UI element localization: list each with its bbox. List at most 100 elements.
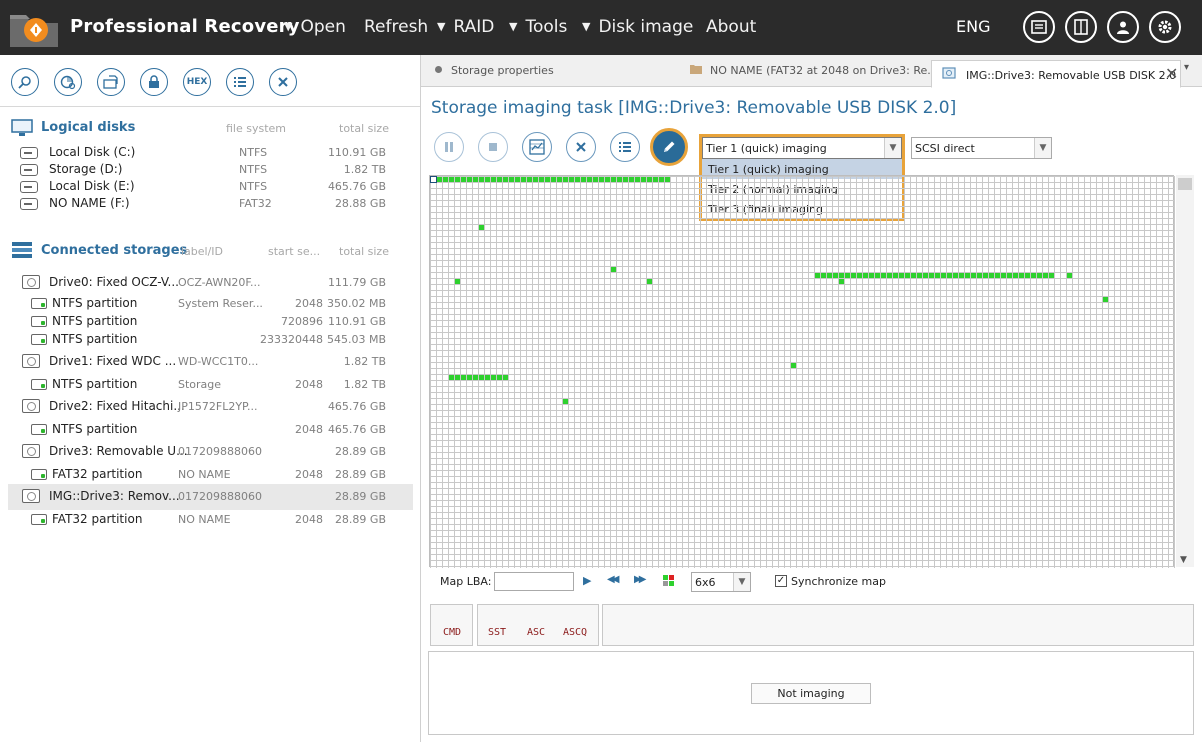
map-block-ok — [569, 177, 574, 182]
sync-checkbox[interactable]: ✓ — [775, 575, 787, 587]
logical-disk-item[interactable]: Local Disk (E:) NTFS 465.76 GB — [8, 178, 413, 196]
map-block-ok — [599, 177, 604, 182]
scroll-down-icon[interactable]: ▼ — [1180, 555, 1187, 565]
edit-settings-button[interactable] — [650, 128, 688, 166]
menu-about-label: About — [706, 17, 757, 37]
partition-icon — [31, 379, 47, 390]
list-view-button[interactable] — [226, 68, 254, 96]
title-bar: Professional Recovery ▼ Open Refresh ▼ RAI… — [0, 0, 1202, 55]
map-block-ok — [833, 273, 838, 278]
map-block-ok — [869, 273, 874, 278]
map-block-ok — [887, 273, 892, 278]
menu-raid[interactable]: ▼ RAID — [437, 17, 494, 37]
disk-size: 465.76 GB — [327, 180, 386, 193]
stop-icon — [489, 143, 497, 151]
lock-button[interactable] — [140, 68, 168, 96]
map-block-ok — [851, 273, 856, 278]
storage-partition-item[interactable]: FAT32 partition NO NAME 2048 28.89 GB — [8, 466, 413, 484]
scan-button[interactable] — [54, 68, 82, 96]
menu-about[interactable]: About — [706, 17, 756, 37]
storage-partition-item[interactable]: NTFS partition 2048 465.76 GB — [8, 421, 413, 439]
menu-tools[interactable]: ▼ Tools — [509, 17, 567, 37]
hex-editor-button[interactable]: HEX — [183, 68, 211, 96]
rewind-icon[interactable]: ◀◀ — [607, 574, 620, 585]
storage-drive-item[interactable]: IMG::Drive3: Remov... 017209888060 28.89 G… — [8, 484, 413, 510]
map-view-icon — [529, 139, 545, 155]
tab-storage-properties[interactable]: Storage properties — [429, 61, 679, 87]
map-block-ok — [1001, 273, 1006, 278]
storage-start-sector: 233320448 — [260, 333, 323, 346]
map-block-ok — [977, 273, 982, 278]
logical-disk-item[interactable]: Storage (D:) NTFS 1.82 TB — [8, 161, 413, 179]
cancel-task-button[interactable] — [566, 132, 596, 162]
block-size-select[interactable]: 6x6 ▼ — [691, 572, 751, 592]
access-mode-select[interactable]: SCSI direct ▼ — [911, 137, 1052, 159]
tab-imaging-task[interactable]: IMG::Drive3: Removable USB DISK 2.0 ✕ — [931, 60, 1181, 88]
tab-menu-icon[interactable]: ▾ — [1184, 62, 1189, 73]
tab-close-icon[interactable]: ✕ — [1165, 64, 1178, 83]
map-block-ok — [821, 273, 826, 278]
map-block-ok — [497, 177, 502, 182]
find-button[interactable] — [11, 68, 39, 96]
sst-label: SST — [488, 627, 507, 638]
map-block-ok — [1019, 273, 1024, 278]
chevron-down-icon[interactable]: ▼ — [884, 138, 901, 158]
storage-drive-item[interactable]: Drive2: Fixed Hitachi... JP1572FL2YP... 46… — [8, 398, 413, 416]
map-block-ok — [611, 177, 616, 182]
tab-bar: Storage properties NO NAME (FAT32 at 204… — [421, 55, 1202, 88]
storage-name: NTFS partition — [52, 314, 138, 328]
map-block-ok — [1103, 297, 1108, 302]
storage-label: 017209888060 — [178, 490, 262, 503]
storage-drive-item[interactable]: Drive3: Removable U... 017209888060 28.89 … — [8, 443, 413, 461]
user-icon — [1117, 21, 1129, 34]
map-lba-input[interactable] — [494, 572, 574, 591]
list-button[interactable] — [610, 132, 640, 162]
go-icon[interactable]: ▶ — [583, 574, 591, 587]
open-file-button[interactable] — [97, 68, 125, 96]
logical-disks-title: Logical disks — [41, 120, 136, 135]
storage-partition-item[interactable]: NTFS partition 720896 110.91 GB — [8, 313, 413, 331]
menu-open[interactable]: ▼ Open — [284, 17, 346, 37]
app-window: Professional Recovery ▼ Open Refresh ▼ RAI… — [0, 0, 1202, 742]
fast-forward-icon[interactable]: ▶▶ — [634, 574, 647, 585]
scrollbar-thumb[interactable] — [1178, 178, 1192, 190]
gear-icon — [1158, 20, 1172, 34]
tier-select[interactable]: Tier 1 (quick) imaging ▼ — [702, 137, 902, 159]
menu-refresh[interactable]: Refresh — [364, 17, 428, 37]
storage-partition-item[interactable]: NTFS partition Storage 2048 1.82 TB — [8, 376, 413, 394]
storage-label: OCZ-AWN20F... — [178, 276, 261, 289]
storage-partition-item[interactable]: NTFS partition System Reser... 2048 350.02 … — [8, 295, 413, 313]
map-view-button[interactable] — [522, 132, 552, 162]
sector-map[interactable] — [429, 175, 1175, 568]
map-block-ok — [461, 375, 466, 380]
storage-drive-item[interactable]: Drive0: Fixed OCZ-V... OCZ-AWN20F... 111.7… — [8, 274, 413, 292]
map-scrollbar[interactable]: ▼ — [1176, 175, 1194, 567]
logical-disk-item[interactable]: Local Disk (C:) NTFS 110.91 GB — [8, 144, 413, 162]
tab-fat32-partition[interactable]: NO NAME (FAT32 at 2048 on Drive3: Re... — [685, 61, 938, 87]
menu-refresh-label: Refresh — [364, 17, 429, 37]
status-registers: SST ASC ASCQ — [477, 604, 599, 646]
settings-button[interactable] — [1149, 11, 1181, 43]
chevron-down-icon[interactable]: ▼ — [733, 573, 750, 591]
app-title: Professional Recovery — [70, 16, 300, 37]
logical-disk-item[interactable]: NO NAME (F:) FAT32 28.88 GB — [8, 195, 413, 213]
stop-button[interactable] — [478, 132, 508, 162]
chevron-down-icon[interactable]: ▼ — [1034, 138, 1051, 158]
storage-drive-item[interactable]: Drive1: Fixed WDC ... WD-WCC1T0... 1.82 TB — [8, 353, 413, 371]
map-block-ok — [563, 399, 568, 404]
map-block-ok — [629, 177, 634, 182]
col-start-sector: start se... — [268, 245, 321, 258]
language-selector[interactable]: ENG — [956, 17, 990, 36]
user-button[interactable] — [1107, 11, 1139, 43]
close-storage-button[interactable] — [269, 68, 297, 96]
ascq-label: ASCQ — [563, 627, 588, 638]
menu-disk-image[interactable]: ▼ Disk image — [582, 17, 693, 37]
storage-start-sector: 2048 — [295, 423, 323, 436]
pause-button[interactable] — [434, 132, 464, 162]
storage-partition-item[interactable]: NTFS partition 233320448 545.03 MB — [8, 331, 413, 349]
log-button[interactable] — [1023, 11, 1055, 43]
panel-toggle-button[interactable] — [1065, 11, 1097, 43]
legend-icon[interactable] — [663, 575, 674, 586]
storage-label: 017209888060 — [178, 445, 262, 458]
storage-partition-item[interactable]: FAT32 partition NO NAME 2048 28.89 GB — [8, 511, 413, 529]
